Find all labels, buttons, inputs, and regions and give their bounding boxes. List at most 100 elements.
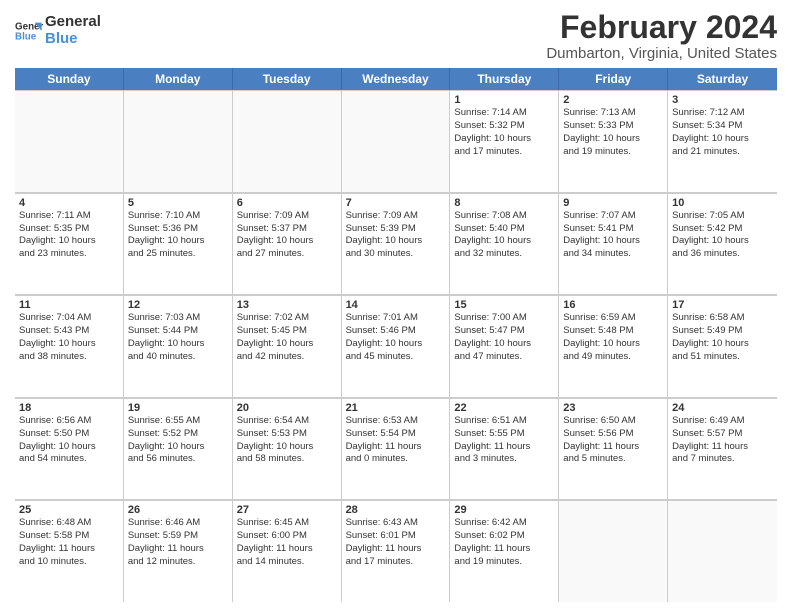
calendar-cell: 4Sunrise: 7:11 AMSunset: 5:35 PMDaylight…: [15, 193, 124, 295]
day-number: 14: [346, 299, 446, 311]
logo-line2: Blue: [45, 31, 101, 48]
day-number: 3: [672, 94, 773, 106]
cell-info: Sunrise: 6:42 AMSunset: 6:02 PMDaylight:…: [454, 517, 554, 568]
calendar-cell: 8Sunrise: 7:08 AMSunset: 5:40 PMDaylight…: [450, 193, 559, 295]
calendar-cell: [559, 500, 668, 602]
calendar-row-0: 1Sunrise: 7:14 AMSunset: 5:32 PMDaylight…: [15, 90, 777, 193]
day-number: 13: [237, 299, 337, 311]
day-number: 22: [454, 402, 554, 414]
logo: General Blue General Blue: [15, 14, 101, 47]
day-header-monday: Monday: [124, 68, 233, 90]
day-number: 9: [563, 197, 663, 209]
day-number: 25: [19, 504, 119, 516]
main-title: February 2024: [546, 10, 777, 45]
calendar-row-4: 25Sunrise: 6:48 AMSunset: 5:58 PMDayligh…: [15, 500, 777, 602]
day-number: 5: [128, 197, 228, 209]
logo-icon: General Blue: [15, 17, 43, 45]
calendar-cell: 26Sunrise: 6:46 AMSunset: 5:59 PMDayligh…: [124, 500, 233, 602]
calendar: SundayMondayTuesdayWednesdayThursdayFrid…: [15, 68, 777, 602]
calendar-cell: [342, 90, 451, 192]
calendar-header: SundayMondayTuesdayWednesdayThursdayFrid…: [15, 68, 777, 90]
calendar-cell: 7Sunrise: 7:09 AMSunset: 5:39 PMDaylight…: [342, 193, 451, 295]
cell-info: Sunrise: 7:03 AMSunset: 5:44 PMDaylight:…: [128, 312, 228, 363]
day-header-wednesday: Wednesday: [342, 68, 451, 90]
cell-info: Sunrise: 6:53 AMSunset: 5:54 PMDaylight:…: [346, 415, 446, 466]
logo-line1: General: [45, 14, 101, 31]
calendar-cell: 22Sunrise: 6:51 AMSunset: 5:55 PMDayligh…: [450, 398, 559, 500]
day-number: 21: [346, 402, 446, 414]
calendar-cell: 28Sunrise: 6:43 AMSunset: 6:01 PMDayligh…: [342, 500, 451, 602]
calendar-cell: 2Sunrise: 7:13 AMSunset: 5:33 PMDaylight…: [559, 90, 668, 192]
calendar-cell: 10Sunrise: 7:05 AMSunset: 5:42 PMDayligh…: [668, 193, 777, 295]
cell-info: Sunrise: 7:05 AMSunset: 5:42 PMDaylight:…: [672, 210, 773, 261]
calendar-cell: 9Sunrise: 7:07 AMSunset: 5:41 PMDaylight…: [559, 193, 668, 295]
cell-info: Sunrise: 6:54 AMSunset: 5:53 PMDaylight:…: [237, 415, 337, 466]
day-header-sunday: Sunday: [15, 68, 124, 90]
cell-info: Sunrise: 7:12 AMSunset: 5:34 PMDaylight:…: [672, 107, 773, 158]
cell-info: Sunrise: 6:56 AMSunset: 5:50 PMDaylight:…: [19, 415, 119, 466]
calendar-cell: [668, 500, 777, 602]
calendar-row-2: 11Sunrise: 7:04 AMSunset: 5:43 PMDayligh…: [15, 295, 777, 398]
day-number: 12: [128, 299, 228, 311]
calendar-cell: 17Sunrise: 6:58 AMSunset: 5:49 PMDayligh…: [668, 295, 777, 397]
day-number: 24: [672, 402, 773, 414]
day-number: 17: [672, 299, 773, 311]
subtitle: Dumbarton, Virginia, United States: [546, 45, 777, 62]
cell-info: Sunrise: 7:11 AMSunset: 5:35 PMDaylight:…: [19, 210, 119, 261]
day-number: 6: [237, 197, 337, 209]
cell-info: Sunrise: 7:13 AMSunset: 5:33 PMDaylight:…: [563, 107, 663, 158]
calendar-cell: 18Sunrise: 6:56 AMSunset: 5:50 PMDayligh…: [15, 398, 124, 500]
calendar-cell: 3Sunrise: 7:12 AMSunset: 5:34 PMDaylight…: [668, 90, 777, 192]
cell-info: Sunrise: 7:02 AMSunset: 5:45 PMDaylight:…: [237, 312, 337, 363]
page: General Blue General Blue February 2024 …: [0, 0, 792, 612]
cell-info: Sunrise: 7:04 AMSunset: 5:43 PMDaylight:…: [19, 312, 119, 363]
cell-info: Sunrise: 7:09 AMSunset: 5:37 PMDaylight:…: [237, 210, 337, 261]
cell-info: Sunrise: 6:55 AMSunset: 5:52 PMDaylight:…: [128, 415, 228, 466]
cell-info: Sunrise: 7:08 AMSunset: 5:40 PMDaylight:…: [454, 210, 554, 261]
calendar-cell: 13Sunrise: 7:02 AMSunset: 5:45 PMDayligh…: [233, 295, 342, 397]
day-header-friday: Friday: [559, 68, 668, 90]
day-number: 28: [346, 504, 446, 516]
cell-info: Sunrise: 7:00 AMSunset: 5:47 PMDaylight:…: [454, 312, 554, 363]
day-number: 8: [454, 197, 554, 209]
day-number: 19: [128, 402, 228, 414]
day-number: 29: [454, 504, 554, 516]
day-number: 16: [563, 299, 663, 311]
calendar-cell: 25Sunrise: 6:48 AMSunset: 5:58 PMDayligh…: [15, 500, 124, 602]
day-number: 2: [563, 94, 663, 106]
calendar-cell: 19Sunrise: 6:55 AMSunset: 5:52 PMDayligh…: [124, 398, 233, 500]
calendar-cell: 5Sunrise: 7:10 AMSunset: 5:36 PMDaylight…: [124, 193, 233, 295]
cell-info: Sunrise: 6:46 AMSunset: 5:59 PMDaylight:…: [128, 517, 228, 568]
cell-info: Sunrise: 7:01 AMSunset: 5:46 PMDaylight:…: [346, 312, 446, 363]
cell-info: Sunrise: 7:10 AMSunset: 5:36 PMDaylight:…: [128, 210, 228, 261]
calendar-cell: 23Sunrise: 6:50 AMSunset: 5:56 PMDayligh…: [559, 398, 668, 500]
day-number: 1: [454, 94, 554, 106]
calendar-cell: 27Sunrise: 6:45 AMSunset: 6:00 PMDayligh…: [233, 500, 342, 602]
cell-info: Sunrise: 6:49 AMSunset: 5:57 PMDaylight:…: [672, 415, 773, 466]
day-number: 7: [346, 197, 446, 209]
calendar-cell: [15, 90, 124, 192]
cell-info: Sunrise: 6:51 AMSunset: 5:55 PMDaylight:…: [454, 415, 554, 466]
day-number: 18: [19, 402, 119, 414]
calendar-cell: 1Sunrise: 7:14 AMSunset: 5:32 PMDaylight…: [450, 90, 559, 192]
calendar-cell: [233, 90, 342, 192]
day-number: 4: [19, 197, 119, 209]
calendar-cell: 11Sunrise: 7:04 AMSunset: 5:43 PMDayligh…: [15, 295, 124, 397]
cell-info: Sunrise: 6:50 AMSunset: 5:56 PMDaylight:…: [563, 415, 663, 466]
cell-info: Sunrise: 6:58 AMSunset: 5:49 PMDaylight:…: [672, 312, 773, 363]
cell-info: Sunrise: 6:48 AMSunset: 5:58 PMDaylight:…: [19, 517, 119, 568]
calendar-body: 1Sunrise: 7:14 AMSunset: 5:32 PMDaylight…: [15, 90, 777, 602]
calendar-cell: 21Sunrise: 6:53 AMSunset: 5:54 PMDayligh…: [342, 398, 451, 500]
calendar-row-3: 18Sunrise: 6:56 AMSunset: 5:50 PMDayligh…: [15, 398, 777, 501]
calendar-cell: 12Sunrise: 7:03 AMSunset: 5:44 PMDayligh…: [124, 295, 233, 397]
calendar-cell: 15Sunrise: 7:00 AMSunset: 5:47 PMDayligh…: [450, 295, 559, 397]
day-number: 27: [237, 504, 337, 516]
calendar-cell: [124, 90, 233, 192]
cell-info: Sunrise: 6:43 AMSunset: 6:01 PMDaylight:…: [346, 517, 446, 568]
calendar-cell: 20Sunrise: 6:54 AMSunset: 5:53 PMDayligh…: [233, 398, 342, 500]
day-header-tuesday: Tuesday: [233, 68, 342, 90]
title-block: February 2024 Dumbarton, Virginia, Unite…: [546, 10, 777, 62]
day-header-saturday: Saturday: [668, 68, 777, 90]
calendar-cell: 6Sunrise: 7:09 AMSunset: 5:37 PMDaylight…: [233, 193, 342, 295]
day-number: 10: [672, 197, 773, 209]
